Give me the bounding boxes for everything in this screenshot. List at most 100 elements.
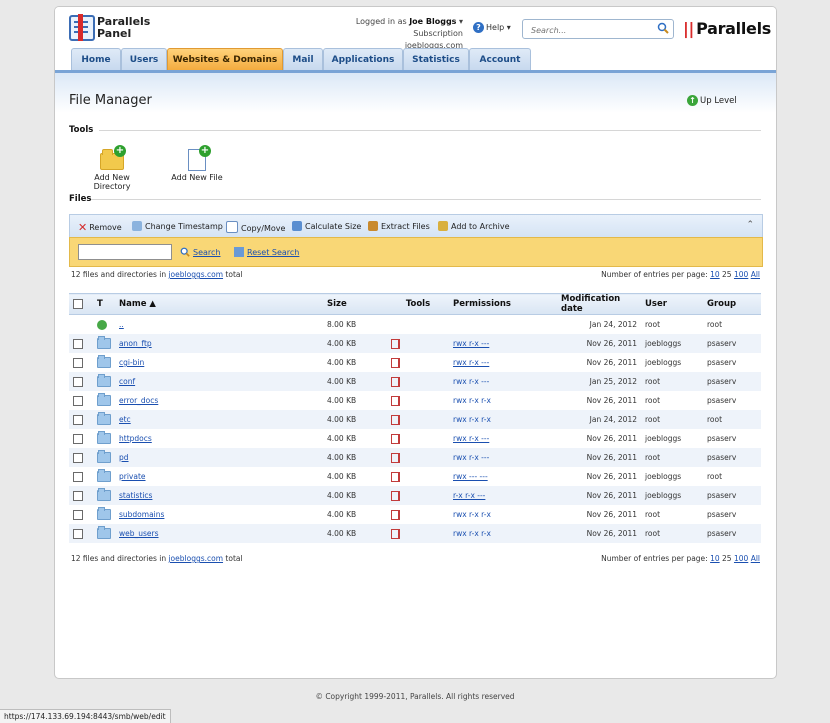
per-page-all[interactable]: All [751, 270, 760, 279]
file-name-link[interactable]: error_docs [119, 396, 158, 405]
column-user[interactable]: User [641, 293, 703, 315]
row-checkbox[interactable] [73, 414, 83, 425]
archive-tool-icon[interactable] [391, 376, 400, 387]
row-checkbox[interactable] [73, 528, 83, 539]
file-search-input[interactable] [78, 244, 172, 260]
domain-link[interactable]: joebloggs.com [168, 554, 223, 563]
tab-statistics[interactable]: Statistics [403, 48, 469, 71]
archive-tool-icon[interactable] [391, 452, 400, 463]
file-name-link[interactable]: httpdocs [119, 434, 152, 443]
table-row[interactable]: anon_ftp 4.00 KB rwx r-x --- Nov 26, 2011 jo… [69, 334, 761, 353]
per-page-100[interactable]: 100 [734, 554, 748, 563]
permissions-link[interactable]: rwx r-x r-x [453, 415, 491, 424]
archive-tool-icon[interactable] [391, 414, 400, 425]
parallels-panel-logo[interactable]: Parallels Panel [69, 14, 150, 43]
change-timestamp-button[interactable]: Change Timestamp [132, 221, 223, 231]
archive-tool-icon[interactable] [391, 471, 400, 482]
table-row[interactable]: etc 4.00 KB rwx r-x r-x Jan 24, 2012 root roo… [69, 410, 761, 429]
permissions-link[interactable]: rwx r-x --- [453, 358, 489, 367]
help-menu[interactable]: ? Help ▾ [473, 22, 511, 33]
archive-tool-icon[interactable] [391, 357, 400, 368]
table-row[interactable]: statistics 4.00 KB r-x r-x --- Nov 26, 2011… [69, 486, 761, 505]
permissions-link[interactable]: rwx r-x r-x [453, 510, 491, 519]
archive-tool-icon[interactable] [391, 338, 400, 349]
domain-link[interactable]: joebloggs.com [168, 270, 223, 279]
row-checkbox[interactable] [73, 376, 83, 387]
tab-home[interactable]: Home [71, 48, 121, 71]
permissions-link[interactable]: rwx r-x --- [453, 434, 489, 443]
calculate-size-button[interactable]: Calculate Size [292, 221, 361, 231]
file-name-link[interactable]: conf [119, 377, 135, 386]
table-row[interactable]: private 4.00 KB rwx --- --- Nov 26, 2011 joe… [69, 467, 761, 486]
extract-files-button[interactable]: Extract Files [368, 221, 430, 231]
row-checkbox[interactable] [73, 357, 83, 368]
row-checkbox[interactable] [73, 490, 83, 501]
table-row[interactable]: subdomains 4.00 KB rwx r-x r-x Nov 26, 2011… [69, 505, 761, 524]
tab-websites-domains[interactable]: Websites & Domains [167, 48, 283, 71]
collapse-icon[interactable]: ⌃ [746, 220, 754, 230]
per-page-25[interactable]: 25 [722, 554, 732, 563]
column-size[interactable]: Size [323, 293, 387, 315]
row-checkbox[interactable] [73, 471, 83, 482]
per-page-all[interactable]: All [751, 554, 760, 563]
tab-account[interactable]: Account [469, 48, 531, 71]
per-page-10[interactable]: 10 [710, 270, 720, 279]
up-level-link[interactable]: ↑ Up Level [687, 95, 737, 106]
file-name-link[interactable]: anon_ftp [119, 339, 152, 348]
column-permissions[interactable]: Permissions [449, 293, 557, 315]
permissions-link[interactable]: r-x r-x --- [453, 491, 485, 500]
file-name-link[interactable]: .. [119, 320, 124, 329]
file-name-link[interactable]: web_users [119, 529, 159, 538]
column-name[interactable]: Name ▲ [115, 293, 323, 315]
search-icon[interactable] [657, 22, 669, 34]
table-row[interactable]: conf 4.00 KB rwx r-x --- Jan 25, 2012 root ps… [69, 372, 761, 391]
select-all-checkbox[interactable] [73, 298, 83, 309]
column-modification-date[interactable]: Modification date [557, 293, 641, 315]
per-page-10[interactable]: 10 [710, 554, 720, 563]
permissions-link[interactable]: rwx r-x --- [453, 453, 489, 462]
permissions-link[interactable]: rwx r-x r-x [453, 529, 491, 538]
file-name-link[interactable]: pd [119, 453, 129, 462]
table-row[interactable]: .. 8.00 KB Jan 24, 2012 root root [69, 315, 761, 335]
archive-tool-icon[interactable] [391, 490, 400, 501]
column-group[interactable]: Group [703, 293, 761, 315]
archive-tool-icon[interactable] [391, 528, 400, 539]
tab-users[interactable]: Users [121, 48, 167, 71]
row-checkbox[interactable] [73, 395, 83, 406]
table-row[interactable]: web_users 4.00 KB rwx r-x r-x Nov 26, 2011 r… [69, 524, 761, 543]
permissions-link[interactable]: rwx r-x r-x [453, 396, 491, 405]
file-name-link[interactable]: subdomains [119, 510, 164, 519]
copy-move-button[interactable]: Copy/Move [226, 221, 285, 233]
parent-directory-icon[interactable] [97, 319, 107, 330]
add-new-file-button[interactable]: + Add New File [167, 145, 227, 182]
row-checkbox[interactable] [73, 433, 83, 444]
archive-tool-icon[interactable] [391, 395, 400, 406]
row-checkbox[interactable] [73, 338, 83, 349]
search-button[interactable]: Search [180, 247, 220, 257]
add-new-directory-button[interactable]: + Add New Directory [75, 145, 149, 191]
table-row[interactable]: httpdocs 4.00 KB rwx r-x --- Nov 26, 2011 jo… [69, 429, 761, 448]
permissions-link[interactable]: rwx --- --- [453, 472, 488, 481]
table-row[interactable]: pd 4.00 KB rwx r-x --- Nov 26, 2011 root psas… [69, 448, 761, 467]
table-row[interactable]: cgi-bin 4.00 KB rwx r-x --- Nov 26, 2011 joe… [69, 353, 761, 372]
per-page-25[interactable]: 25 [722, 270, 732, 279]
per-page-100[interactable]: 100 [734, 270, 748, 279]
column-type[interactable]: T [93, 293, 115, 315]
remove-button[interactable]: ✕ Remove [78, 221, 122, 234]
archive-tool-icon[interactable] [391, 433, 400, 444]
table-row[interactable]: error_docs 4.00 KB rwx r-x r-x Nov 26, 2011… [69, 391, 761, 410]
archive-tool-icon[interactable] [391, 509, 400, 520]
permissions-link[interactable]: rwx r-x --- [453, 377, 489, 386]
search-input[interactable] [529, 23, 651, 37]
file-name-link[interactable]: etc [119, 415, 131, 424]
tab-mail[interactable]: Mail [283, 48, 323, 71]
permissions-link[interactable]: rwx r-x --- [453, 339, 489, 348]
row-checkbox[interactable] [73, 509, 83, 520]
reset-search-button[interactable]: Reset Search [234, 247, 299, 257]
add-to-archive-button[interactable]: Add to Archive [438, 221, 510, 231]
tab-applications[interactable]: Applications [323, 48, 403, 71]
row-checkbox[interactable] [73, 452, 83, 463]
file-name-link[interactable]: statistics [119, 491, 152, 500]
user-menu[interactable]: Joe Bloggs [409, 17, 456, 26]
file-name-link[interactable]: private [119, 472, 146, 481]
